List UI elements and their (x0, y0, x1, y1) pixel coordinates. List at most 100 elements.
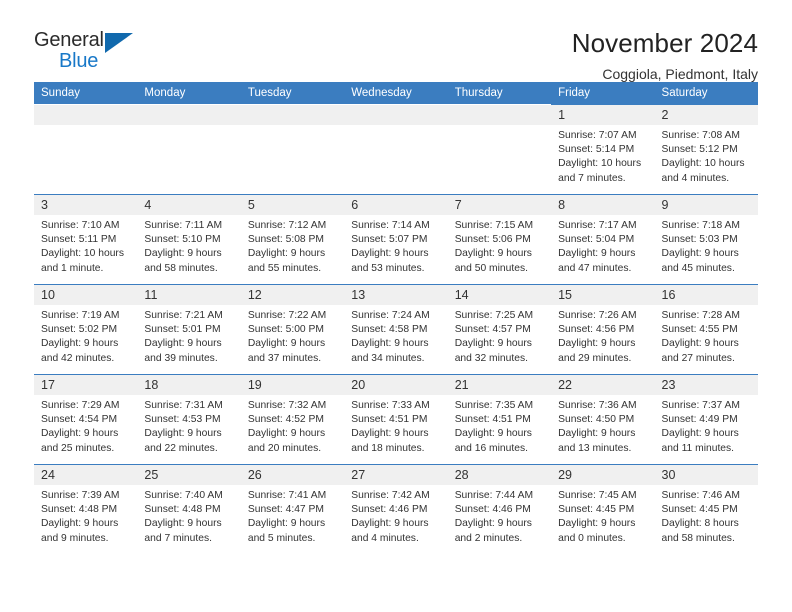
calendar-day-cell[interactable]: 23 Sunrise: 7:37 AM Sunset: 4:49 PM Dayligh… (654, 374, 758, 465)
calendar-day-cell[interactable]: 26 Sunrise: 7:41 AM Sunset: 4:47 PM Dayligh… (240, 464, 345, 554)
day-details: Sunrise: 7:42 AM Sunset: 4:46 PM Daylight:… (344, 485, 447, 546)
day-number: 14 (447, 285, 552, 305)
daylight-text: Daylight: 9 hours and 34 minutes. (351, 338, 429, 364)
calendar-day-cell[interactable]: 13 Sunrise: 7:24 AM Sunset: 4:58 PM Dayligh… (344, 284, 448, 375)
daylight-text: Daylight: 9 hours and 11 minutes. (661, 428, 739, 454)
calendar-day-cell-empty (240, 104, 345, 195)
day-number: 1 (551, 105, 655, 125)
calendar-day-cell[interactable]: 29 Sunrise: 7:45 AM Sunset: 4:45 PM Dayligh… (551, 464, 655, 554)
daylight-text: Daylight: 9 hours and 45 minutes. (661, 248, 739, 274)
sunset-text: Sunset: 4:55 PM (661, 324, 738, 336)
weekday-header-saturday: Saturday (654, 82, 758, 105)
sunrise-text: Sunrise: 7:08 AM (661, 130, 740, 141)
day-details: Sunrise: 7:11 AM Sunset: 5:10 PM Daylight:… (137, 215, 240, 276)
calendar-day-cell[interactable]: 12 Sunrise: 7:22 AM Sunset: 5:00 PM Dayligh… (240, 284, 345, 375)
daylight-text: Daylight: 9 hours and 39 minutes. (144, 338, 222, 364)
sunrise-text: Sunrise: 7:28 AM (661, 310, 740, 321)
sunset-text: Sunset: 4:51 PM (351, 414, 428, 426)
page-header: General Blue November 2024 Coggiola, Pie… (34, 0, 758, 82)
sunset-text: Sunset: 5:03 PM (661, 234, 738, 246)
calendar-day-cell[interactable]: 6 Sunrise: 7:14 AM Sunset: 5:07 PM Daylight… (344, 194, 448, 285)
daylight-text: Daylight: 9 hours and 9 minutes. (41, 518, 119, 544)
daylight-text: Daylight: 9 hours and 5 minutes. (247, 518, 326, 544)
calendar-day-cell[interactable]: 9 Sunrise: 7:18 AM Sunset: 5:03 PM Daylight… (654, 194, 758, 285)
day-details: Sunrise: 7:39 AM Sunset: 4:48 PM Daylight:… (34, 485, 137, 546)
logo-triangle-icon (105, 33, 133, 53)
sunset-text: Sunset: 4:49 PM (661, 414, 738, 426)
sunrise-text: Sunrise: 7:36 AM (558, 400, 637, 411)
weekday-header-sunday: Sunday (34, 82, 138, 105)
day-number: 25 (137, 465, 241, 485)
calendar-day-cell[interactable]: 15 Sunrise: 7:26 AM Sunset: 4:56 PM Dayligh… (551, 284, 655, 375)
calendar-day-cell[interactable]: 1 Sunrise: 7:07 AM Sunset: 5:14 PM Daylight… (551, 104, 655, 195)
sunrise-text: Sunrise: 7:37 AM (661, 400, 740, 411)
day-details: Sunrise: 7:37 AM Sunset: 4:49 PM Daylight:… (655, 395, 758, 456)
title-block: November 2024 Coggiola, Piedmont, Italy (572, 28, 758, 84)
day-number: 28 (447, 465, 552, 485)
calendar-day-cell[interactable]: 27 Sunrise: 7:42 AM Sunset: 4:46 PM Dayligh… (344, 464, 448, 554)
day-details: Sunrise: 7:29 AM Sunset: 4:54 PM Daylight:… (34, 395, 137, 456)
day-details: Sunrise: 7:12 AM Sunset: 5:08 PM Daylight:… (241, 215, 344, 276)
day-number: 17 (34, 375, 138, 395)
calendar-day-cell[interactable]: 8 Sunrise: 7:17 AM Sunset: 5:04 PM Daylight… (551, 194, 655, 285)
sunrise-text: Sunrise: 7:24 AM (351, 310, 430, 321)
day-number: 19 (240, 375, 345, 395)
day-number: 27 (344, 465, 448, 485)
sunrise-text: Sunrise: 7:10 AM (41, 220, 120, 231)
day-number: 3 (34, 195, 138, 215)
sunset-text: Sunset: 4:47 PM (247, 504, 324, 516)
general-blue-logo: General Blue (34, 28, 154, 72)
sunrise-text: Sunrise: 7:44 AM (454, 490, 534, 501)
day-number (34, 105, 138, 125)
calendar-day-cell[interactable]: 16 Sunrise: 7:28 AM Sunset: 4:55 PM Dayligh… (654, 284, 758, 375)
day-number: 26 (240, 465, 345, 485)
calendar-day-cell[interactable]: 25 Sunrise: 7:40 AM Sunset: 4:48 PM Dayligh… (137, 464, 241, 554)
calendar-day-cell[interactable]: 7 Sunrise: 7:15 AM Sunset: 5:06 PM Daylight… (447, 194, 552, 285)
calendar-day-cell[interactable]: 28 Sunrise: 7:44 AM Sunset: 4:46 PM Dayligh… (447, 464, 552, 554)
day-details: Sunrise: 7:45 AM Sunset: 4:45 PM Daylight:… (551, 485, 654, 546)
day-number: 16 (654, 285, 758, 305)
sunset-text: Sunset: 4:54 PM (41, 414, 118, 426)
day-details: Sunrise: 7:22 AM Sunset: 5:00 PM Daylight:… (241, 305, 344, 366)
sunrise-text: Sunrise: 7:21 AM (144, 310, 223, 321)
calendar-day-cell[interactable]: 24 Sunrise: 7:39 AM Sunset: 4:48 PM Dayligh… (34, 464, 138, 554)
calendar-day-cell-empty (34, 104, 138, 195)
sunset-text: Sunset: 4:53 PM (144, 414, 221, 426)
day-details: Sunrise: 7:08 AM Sunset: 5:12 PM Daylight:… (655, 125, 758, 186)
calendar-day-cell[interactable]: 20 Sunrise: 7:33 AM Sunset: 4:51 PM Dayligh… (344, 374, 448, 465)
sunrise-text: Sunrise: 7:14 AM (351, 220, 430, 231)
sunrise-text: Sunrise: 7:35 AM (454, 400, 534, 411)
calendar-day-cell[interactable]: 19 Sunrise: 7:32 AM Sunset: 4:52 PM Dayligh… (240, 374, 345, 465)
sunrise-text: Sunrise: 7:26 AM (558, 310, 637, 321)
calendar-day-cell[interactable]: 22 Sunrise: 7:36 AM Sunset: 4:50 PM Dayligh… (551, 374, 655, 465)
sunset-text: Sunset: 5:07 PM (351, 234, 428, 246)
calendar-day-cell[interactable]: 18 Sunrise: 7:31 AM Sunset: 4:53 PM Dayligh… (137, 374, 241, 465)
day-number: 29 (551, 465, 655, 485)
calendar-day-cell[interactable]: 5 Sunrise: 7:12 AM Sunset: 5:08 PM Daylight… (240, 194, 345, 285)
daylight-text: Daylight: 9 hours and 58 minutes. (144, 248, 222, 274)
calendar-day-cell[interactable]: 11 Sunrise: 7:21 AM Sunset: 5:01 PM Dayligh… (137, 284, 241, 375)
day-details: Sunrise: 7:36 AM Sunset: 4:50 PM Daylight:… (551, 395, 654, 456)
day-number: 5 (240, 195, 345, 215)
weekday-header-friday: Friday (551, 82, 655, 105)
day-details: Sunrise: 7:21 AM Sunset: 5:01 PM Daylight:… (137, 305, 240, 366)
calendar-day-cell[interactable]: 2 Sunrise: 7:08 AM Sunset: 5:12 PM Daylight… (654, 104, 758, 195)
calendar-day-cell[interactable]: 3 Sunrise: 7:10 AM Sunset: 5:11 PM Daylight… (34, 194, 138, 285)
weekday-header-tuesday: Tuesday (240, 82, 345, 105)
daylight-text: Daylight: 10 hours and 7 minutes. (558, 158, 642, 184)
day-details: Sunrise: 7:31 AM Sunset: 4:53 PM Daylight:… (137, 395, 240, 456)
calendar-day-cell[interactable]: 14 Sunrise: 7:25 AM Sunset: 4:57 PM Dayligh… (447, 284, 552, 375)
sunrise-text: Sunrise: 7:41 AM (247, 490, 327, 501)
sunset-text: Sunset: 5:11 PM (41, 234, 117, 246)
calendar-day-cell[interactable]: 21 Sunrise: 7:35 AM Sunset: 4:51 PM Dayligh… (447, 374, 552, 465)
calendar-day-cell[interactable]: 10 Sunrise: 7:19 AM Sunset: 5:02 PM Dayligh… (34, 284, 138, 375)
daylight-text: Daylight: 9 hours and 2 minutes. (454, 518, 532, 544)
daylight-text: Daylight: 9 hours and 42 minutes. (41, 338, 119, 364)
calendar-day-cell[interactable]: 30 Sunrise: 7:46 AM Sunset: 4:45 PM Dayligh… (654, 464, 758, 554)
daylight-text: Daylight: 10 hours and 1 minute. (41, 248, 124, 274)
calendar-day-cell[interactable]: 17 Sunrise: 7:29 AM Sunset: 4:54 PM Dayligh… (34, 374, 138, 465)
calendar-day-cell[interactable]: 4 Sunrise: 7:11 AM Sunset: 5:10 PM Daylight… (137, 194, 241, 285)
day-details: Sunrise: 7:40 AM Sunset: 4:48 PM Daylight:… (137, 485, 240, 546)
daylight-text: Daylight: 10 hours and 4 minutes. (661, 158, 745, 184)
day-number: 8 (551, 195, 655, 215)
